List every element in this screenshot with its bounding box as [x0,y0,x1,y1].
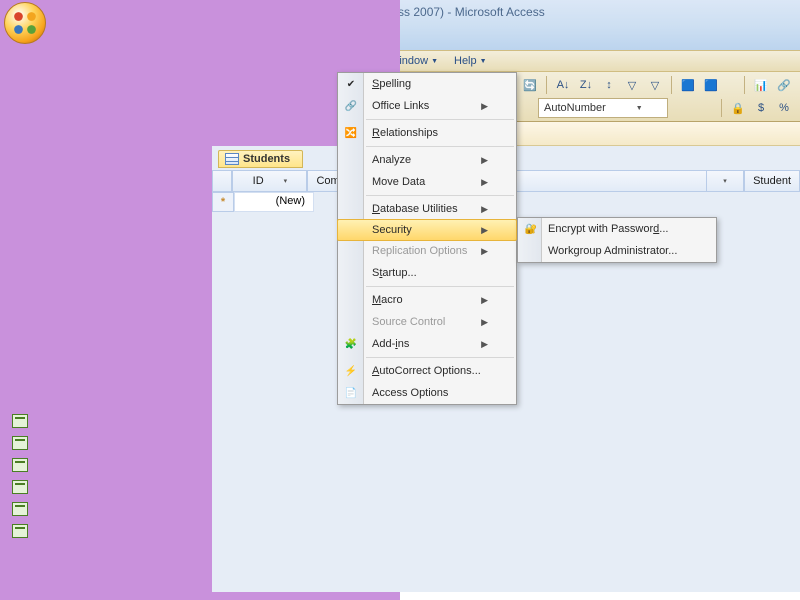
nav-item-student-list[interactable]: Student List [0,367,211,389]
lock-icon[interactable]: 🔒 [728,98,748,118]
cell-id-new[interactable]: (New) [234,192,314,212]
menu-startup[interactable]: Startup... [338,262,516,284]
col-student[interactable]: Student [744,170,800,192]
autocorrect-icon: ⚡ [343,363,359,379]
report-icon [12,480,28,494]
refresh-icon[interactable]: 🔄 [520,75,540,95]
col-dd[interactable]: ▾ [706,170,744,192]
col-id[interactable]: ID▾ [232,170,307,192]
navigation-pane: All Access Objects ▾« Tables︽ Guardians … [0,146,212,592]
menu-help[interactable]: Help▼ [446,52,495,70]
sort-desc-icon[interactable]: Z↓ [576,75,596,95]
menu-security[interactable]: Security▶ [337,219,517,241]
adv-filter-icon[interactable]: ▽ [645,75,665,95]
office-button[interactable] [4,2,46,44]
report-icon [12,458,28,472]
menu-analyze[interactable]: Analyze▶ [338,149,516,171]
menu-replication: Replication Options▶ [338,240,516,262]
menu-macro[interactable]: Macro▶ [338,289,516,311]
report-icon [12,414,28,428]
document-tab-students[interactable]: Students [218,150,303,168]
report-icon [12,502,28,516]
dep-icon[interactable]: 📊 [751,75,771,95]
menu-autocorrect[interactable]: ⚡AutoCorrect Options... [338,360,516,382]
addins-icon: 🧩 [343,336,359,352]
sort-asc-icon[interactable]: A↓ [553,75,573,95]
color2-icon[interactable]: 🟦 [701,75,721,95]
security-submenu: 🔐Encrypt with Password... Workgroup Admi… [517,217,717,263]
menu-addins[interactable]: 🧩Add-ins▶ [338,333,516,355]
rel-icon[interactable]: 🔗 [774,75,794,95]
links-icon: 🔗 [343,98,359,114]
menu-move-data[interactable]: Move Data▶ [338,171,516,193]
color1-icon[interactable]: 🟦 [678,75,698,95]
tools-dropdown: ✔Spelling 🔗Office Links▶ 🔀Relationships … [337,72,517,405]
report-icon [12,436,28,450]
options-icon: 📄 [343,385,359,401]
menu-database-utilities[interactable]: Database Utilities▶ [338,198,516,220]
encrypt-icon: 🔐 [523,221,539,237]
clear-sort-icon[interactable]: ↕ [599,75,619,95]
menu-workgroup-admin[interactable]: Workgroup Administrator... [518,240,716,262]
menu-source-control: Source Control▶ [338,311,516,333]
menu-office-links[interactable]: 🔗Office Links▶ [338,95,516,117]
percent-icon[interactable]: % [774,98,794,118]
menu-relationships[interactable]: 🔀Relationships [338,122,516,144]
menu-encrypt-password[interactable]: 🔐Encrypt with Password... [518,218,716,240]
currency-icon[interactable]: $ [751,98,771,118]
menu-access-options[interactable]: 📄Access Options [338,382,516,404]
datatype-combo[interactable]: AutoNumber▼ [538,98,668,118]
spelling-icon: ✔ [343,76,359,92]
table-icon [225,153,239,165]
form-icon [12,371,28,385]
relationships-icon: 🔀 [343,125,359,141]
filter-icon[interactable]: ▽ [622,75,642,95]
select-all-corner[interactable] [212,170,232,192]
new-row-indicator[interactable]: * [212,192,234,212]
report-icon [12,524,28,538]
menu-spelling[interactable]: ✔Spelling [338,73,516,95]
